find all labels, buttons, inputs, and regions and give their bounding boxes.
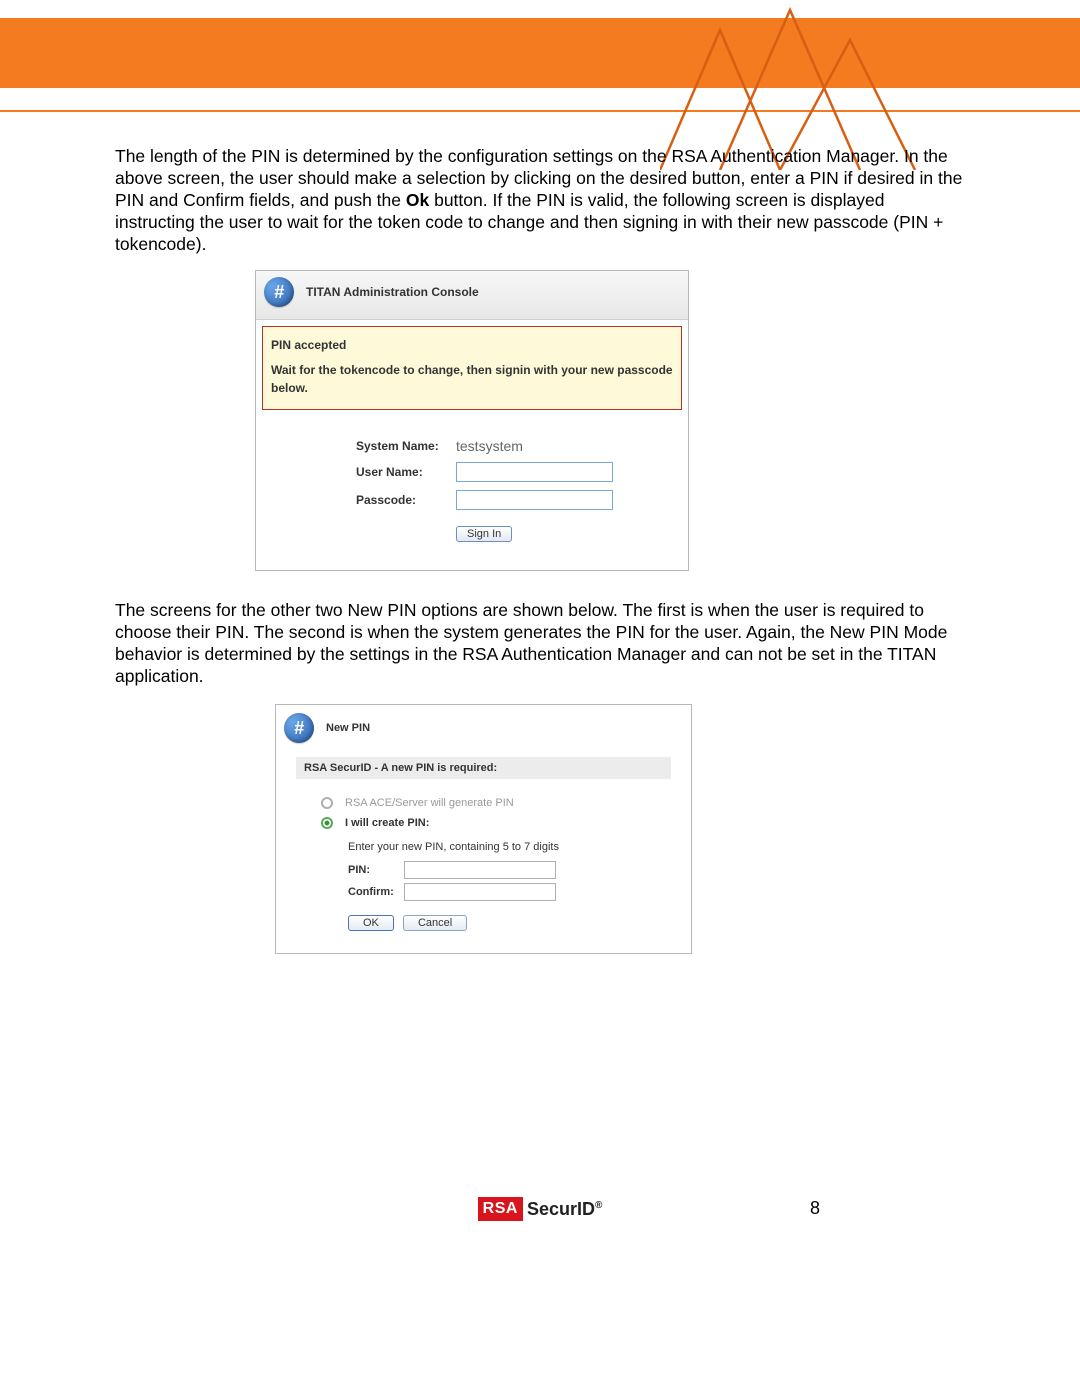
para1-bold: Ok [406,190,429,210]
radio-server-generate[interactable]: RSA ACE/Server will generate PIN [321,797,691,809]
registered-mark: ® [595,1200,602,1211]
securid-text: SecurID® [527,1199,602,1220]
username-input[interactable] [456,462,613,482]
confirm-pin-input[interactable] [404,883,556,901]
label-system-name: System Name: [256,439,456,453]
cancel-button[interactable]: Cancel [403,915,467,931]
newpin-title: New PIN [326,722,370,734]
newpin-dialog: # New PIN RSA SecurID - A new PIN is req… [275,704,692,954]
label-pin: PIN: [348,864,404,876]
pin-input[interactable] [404,861,556,879]
login-form: System Name: testsystem User Name: Passc… [256,416,688,570]
radio-off-icon [321,797,333,809]
paragraph-2: The screens for the other two New PIN op… [115,600,965,688]
header-graphic [660,0,920,170]
value-system-name: testsystem [456,438,656,454]
notice-body: Wait for the tokencode to change, then s… [271,362,673,397]
pin-accepted-notice: PIN accepted Wait for the tokencode to c… [262,326,682,410]
passcode-input[interactable] [456,490,613,510]
signin-button[interactable]: Sign In [456,526,512,542]
paragraph-1: The length of the PIN is determined by t… [115,146,965,255]
ok-button[interactable]: OK [348,915,394,931]
rsa-badge: RSA [478,1197,523,1221]
pin-instruction: Enter your new PIN, containing 5 to 7 di… [348,841,691,853]
radio-user-label: I will create PIN: [345,817,429,829]
securid-word: SecurID [527,1199,595,1219]
footer-logo: RSA SecurID® [0,1197,1080,1221]
label-confirm: Confirm: [348,886,404,898]
titan-console: # TITAN Administration Console PIN accep… [255,270,689,571]
newpin-required-banner: RSA SecurID - A new PIN is required: [296,757,671,779]
radio-server-label: RSA ACE/Server will generate PIN [345,797,514,809]
titan-titlebar: # TITAN Administration Console [256,271,688,320]
newpin-titlebar: # New PIN [276,705,691,757]
titan-title: TITAN Administration Console [306,285,479,299]
hash-icon: # [284,713,314,743]
page-number: 8 [810,1198,820,1219]
hash-icon: # [264,277,294,307]
label-user-name: User Name: [256,465,456,479]
radio-on-icon [321,817,333,829]
notice-header: PIN accepted [271,337,673,354]
label-passcode: Passcode: [256,493,456,507]
radio-user-create[interactable]: I will create PIN: [321,817,691,829]
